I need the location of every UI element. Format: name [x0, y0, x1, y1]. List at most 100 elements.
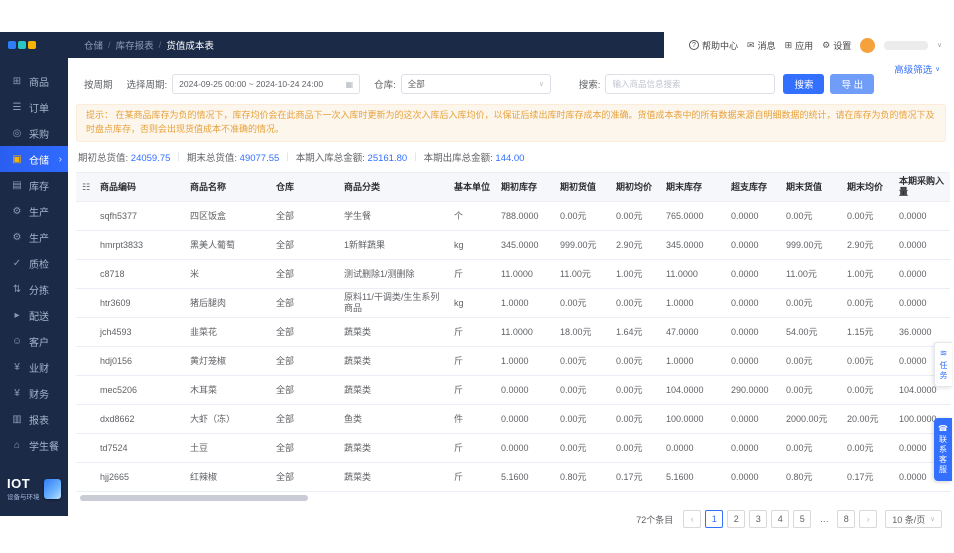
- table-cell: 0.0000: [727, 404, 782, 435]
- app-logo[interactable]: [0, 32, 68, 58]
- sidebar-item-meal[interactable]: ⌂ 学生餐: [0, 432, 68, 458]
- column-header: 期末库存: [662, 171, 727, 203]
- page-button-8[interactable]: 8: [837, 510, 856, 529]
- table-cell: 0.0000: [727, 346, 782, 377]
- cost-table: ☷ 商品编码 商品名称 仓库 商品分类 基本单位 期初库存 期初货值 期初均价 期末库存 超支库存期…: [76, 171, 950, 493]
- help-action[interactable]: ? 帮助中心: [689, 39, 738, 52]
- table-cell: 0.0000: [497, 404, 556, 435]
- table-cell: 0.00元: [556, 201, 612, 232]
- row-handle-cell: [76, 230, 96, 261]
- avatar[interactable]: [860, 37, 876, 53]
- table-cell: 0.00元: [843, 375, 895, 406]
- horizontal-scrollbar: [76, 495, 946, 502]
- pagination-total: 72个条目: [636, 514, 674, 525]
- sidebar-item-finance[interactable]: ¥ 财务: [0, 380, 68, 406]
- page-button-2[interactable]: 2: [727, 510, 746, 529]
- table-cell: 斤: [450, 375, 497, 406]
- search-input[interactable]: [605, 74, 776, 94]
- table-cell: 0.0000: [895, 230, 950, 261]
- table-cell: kg: [450, 288, 497, 319]
- table-cell: 0.00元: [782, 201, 843, 232]
- column-settings-icon[interactable]: ☷: [76, 171, 96, 203]
- table-cell: 11.0000: [662, 259, 727, 290]
- date-range-picker[interactable]: 2024-09-25 00:00 ~ 2024-10-24 24:00 ▦: [172, 74, 361, 94]
- summary-value: 25161.80: [367, 152, 408, 164]
- table-cell: htr3609: [96, 288, 186, 319]
- column-header: 本期采购入量: [895, 171, 950, 203]
- grid-action[interactable]: ⊞ 应用: [785, 39, 814, 52]
- breadcrumb-item[interactable]: 仓储: [84, 38, 103, 52]
- table-cell: jch4593: [96, 317, 186, 348]
- table-cell: 0.0000: [895, 201, 950, 232]
- table-cell: hjj2665: [96, 462, 186, 493]
- chevron-down-icon[interactable]: ∨: [937, 41, 942, 49]
- sidebar-item-warehouse[interactable]: ▣ 仓储: [0, 146, 68, 172]
- table-cell: 全部: [272, 259, 340, 290]
- table-cell: 0.0000: [727, 230, 782, 261]
- contact-support-button[interactable]: ☎ 联系客服: [934, 418, 952, 481]
- meal-icon: ⌂: [13, 439, 21, 451]
- page-button-4[interactable]: 4: [771, 510, 790, 529]
- table-cell: 蔬菜类: [340, 433, 450, 464]
- sidebar-item-inventory[interactable]: ▤ 库存: [0, 172, 68, 198]
- table-cell: 100.0000: [662, 404, 727, 435]
- page-button-3[interactable]: 3: [749, 510, 768, 529]
- warehouse-select[interactable]: 全部 ∨: [400, 74, 551, 94]
- scrollbar-thumb[interactable]: [80, 495, 308, 502]
- summary-item: 期末总货值: 49077.55: [187, 150, 279, 164]
- sidebar-item-biz-finance[interactable]: ¥ 业财: [0, 354, 68, 380]
- table-cell: 2.90元: [843, 230, 895, 261]
- sidebar-item-production[interactable]: ⚙ 生产: [0, 198, 68, 224]
- table-cell: 斤: [450, 462, 497, 493]
- next-page-button[interactable]: ›: [859, 510, 878, 529]
- sidebar-item-qc[interactable]: ✓ 质检: [0, 250, 68, 276]
- page-size-select[interactable]: 10 条/页 ∨: [885, 510, 942, 529]
- table-cell: 2.90元: [612, 230, 662, 261]
- summary-label: 本期入库总金额:: [295, 152, 368, 164]
- sidebar-item-goods[interactable]: ⊞ 商品: [0, 68, 68, 94]
- sidebar-item-label: 库存: [29, 181, 49, 193]
- advanced-filter-link[interactable]: 高级筛选 ∨: [894, 62, 940, 76]
- breadcrumb-separator: /: [158, 39, 162, 51]
- sidebar-item-customer[interactable]: ☺ 客户: [0, 328, 68, 354]
- column-header: 商品分类: [340, 171, 450, 203]
- table-cell: c8718: [96, 259, 186, 290]
- task-panel-button[interactable]: ≋ 任务: [934, 342, 952, 387]
- table-cell: mec5206: [96, 375, 186, 406]
- sidebar-item-label: 生产: [29, 233, 49, 245]
- page-ellipsis: …: [819, 514, 829, 525]
- column-header: 期初货值: [556, 171, 612, 203]
- period-label: 选择周期:: [126, 80, 168, 91]
- sidebar-item-label: 业财: [29, 363, 49, 375]
- column-header: 期末均价: [843, 171, 895, 203]
- sidebar-item-purchase[interactable]: ◎ 采购: [0, 120, 68, 146]
- sidebar-item-delivery[interactable]: ▸ 配送: [0, 302, 68, 328]
- gear-action[interactable]: ⚙ 设置: [822, 39, 851, 52]
- table-cell: 0.00元: [843, 288, 895, 319]
- prev-page-button[interactable]: ‹: [683, 510, 702, 529]
- table-cell: 47.0000: [662, 317, 727, 348]
- gear-label: 设置: [833, 40, 852, 51]
- user-name-redacted: [884, 40, 929, 50]
- table-cell: 1.0000: [662, 288, 727, 319]
- orders-icon: ☰: [12, 101, 22, 113]
- main-content: 高级筛选 ∨ 按周期 选择周期: 2024-09-25 00:00 ~ 2024…: [68, 58, 954, 529]
- table-cell: 0.00元: [843, 346, 895, 377]
- table-cell: 全部: [272, 462, 340, 493]
- page-button-1[interactable]: 1: [705, 510, 724, 529]
- sidebar-item-report[interactable]: ▥ 报表: [0, 406, 68, 432]
- sidebar-item-sorting[interactable]: ⇅ 分拣: [0, 276, 68, 302]
- breadcrumb-item[interactable]: 库存报表: [116, 38, 154, 52]
- page-button-5[interactable]: 5: [793, 510, 812, 529]
- sidebar-item-production[interactable]: ⚙ 生产: [0, 224, 68, 250]
- table-cell: 0.00元: [782, 288, 843, 319]
- sorting-icon: ⇅: [12, 283, 22, 295]
- column-header: 商品名称: [186, 171, 272, 203]
- summary-item: 本期入库总金额: 25161.80: [296, 150, 407, 164]
- period-mode-label[interactable]: 按周期: [84, 77, 113, 91]
- bell-action[interactable]: ✉ 消息: [747, 39, 776, 52]
- table-cell: 11.00元: [556, 259, 612, 290]
- export-button[interactable]: 导 出: [830, 74, 875, 94]
- sidebar-item-orders[interactable]: ☰ 订单: [0, 94, 68, 120]
- search-button[interactable]: 搜索: [783, 74, 825, 94]
